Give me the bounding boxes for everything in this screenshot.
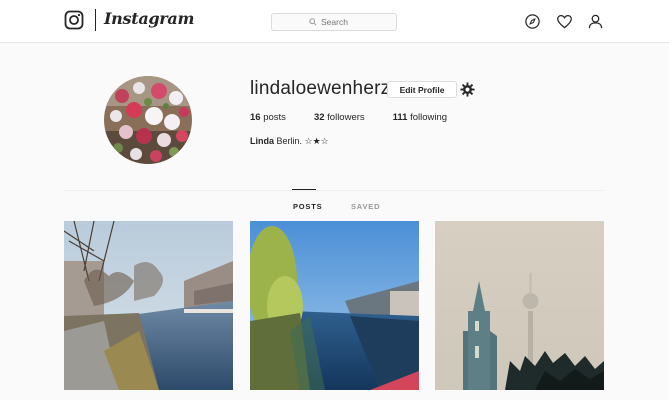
instagram-wordmark[interactable]: Instagram (104, 9, 194, 28)
stat-posts[interactable]: 16 posts (250, 112, 286, 123)
compass-icon[interactable] (524, 13, 541, 30)
tabs-divider (64, 190, 604, 191)
bio-text: Berlin. ☆★☆ (276, 136, 329, 146)
top-navigation-bar: Instagram (0, 0, 669, 43)
tab-posts[interactable]: POSTS (293, 202, 322, 211)
posts-label: posts (263, 112, 286, 123)
heart-icon[interactable] (556, 13, 573, 30)
gear-icon[interactable] (460, 82, 475, 97)
bio-name: Linda (250, 136, 274, 146)
search-input[interactable] (321, 17, 359, 27)
stat-followers[interactable]: 32 followers (314, 112, 365, 123)
active-tab-indicator (292, 189, 316, 190)
logo-divider (95, 9, 96, 31)
instagram-camera-icon[interactable] (64, 10, 84, 30)
profile-avatar[interactable] (104, 76, 192, 164)
tab-saved[interactable]: SAVED (351, 202, 380, 211)
user-icon[interactable] (587, 13, 604, 30)
profile-bio: Linda Berlin. ☆★☆ (250, 136, 329, 147)
post-thumbnail-fog-tower[interactable] (435, 221, 604, 390)
edit-profile-button[interactable]: Edit Profile (387, 81, 457, 98)
post-thumbnail-canal[interactable] (64, 221, 233, 390)
profile-stats: 16 posts 32 followers 111 following (250, 112, 475, 123)
profile-username: lindaloewenherz (250, 78, 391, 99)
stat-following[interactable]: 111 following (393, 112, 447, 123)
search-icon (309, 18, 317, 26)
followers-count: 32 (313, 112, 325, 123)
following-label: following (410, 112, 448, 123)
followers-label: followers (327, 112, 365, 123)
posts-count: 16 (250, 112, 261, 123)
post-thumbnail-river[interactable] (250, 221, 419, 390)
search-box[interactable] (271, 13, 397, 31)
following-count: 111 (392, 112, 408, 123)
